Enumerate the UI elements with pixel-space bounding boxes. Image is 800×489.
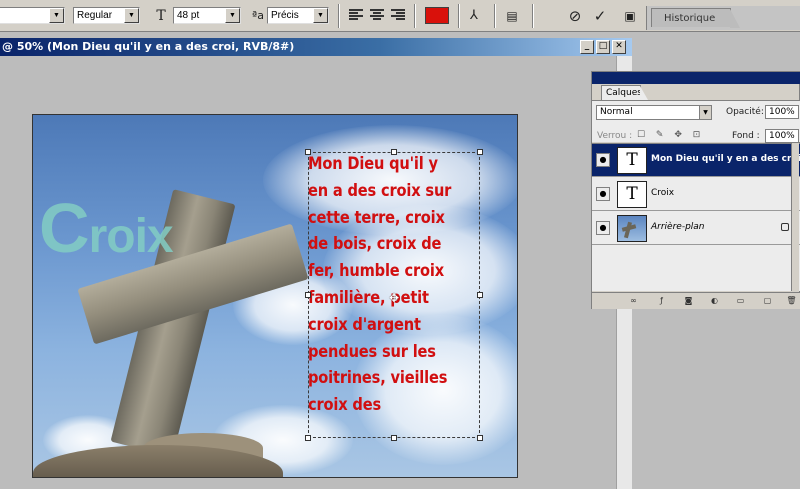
transform-handle[interactable] [305, 149, 311, 155]
fill-value: 100% [769, 131, 795, 141]
visibility-eye-icon[interactable]: ● [596, 221, 610, 235]
image-layer-thumbnail [617, 215, 647, 242]
history-tab-label: Historique [664, 13, 716, 24]
layer-mask-icon[interactable]: ◙ [683, 296, 694, 306]
document-title: @ 50% (Mon Dieu qu'il y en a des croi, R… [2, 40, 295, 53]
link-layers-icon[interactable]: ∞ [628, 296, 639, 306]
font-size-select[interactable]: 48 pt ▼ [173, 7, 241, 24]
antialias-value: Précis [271, 10, 299, 21]
layer-name: Mon Dieu qu'il y en a des croi [651, 154, 800, 164]
text-layer-thumbnail: T [617, 181, 647, 208]
opacity-label: Opacité: [726, 107, 764, 117]
chevron-down-icon: ▼ [699, 106, 711, 119]
close-button[interactable]: ✕ [612, 40, 626, 54]
toolbar-separator [414, 4, 416, 28]
chevron-down-icon: ▼ [225, 8, 240, 23]
lock-icon [781, 223, 789, 231]
blend-mode-select[interactable]: Normal ▼ [596, 105, 712, 120]
chevron-down-icon: ▼ [313, 8, 328, 23]
blend-mode-value: Normal [600, 107, 633, 117]
transform-handle[interactable] [305, 292, 311, 298]
tab-calques[interactable]: Calques [601, 85, 648, 100]
align-right-button[interactable] [391, 9, 405, 21]
chevron-down-icon: ▼ [124, 8, 139, 23]
adjustment-layer-icon[interactable]: ◐ [709, 296, 720, 306]
lock-label: Verrou : [597, 131, 633, 141]
layer-row-text-main[interactable]: ● T Mon Dieu qu'il y en a des croi [592, 144, 800, 177]
croix-heading-text: Croix [39, 193, 174, 263]
tab-historique[interactable]: Historique [651, 8, 740, 28]
trash-icon[interactable]: 🗑 [786, 296, 797, 306]
visibility-eye-icon[interactable]: ● [596, 153, 610, 167]
font-size-icon: T [156, 8, 166, 24]
layers-scrollbar[interactable] [791, 143, 799, 291]
maximize-button[interactable]: □ [596, 40, 610, 54]
layer-row-background[interactable]: ● Arrière-plan [592, 212, 800, 245]
align-left-button[interactable] [349, 9, 363, 21]
new-group-icon[interactable]: ▭ [735, 296, 746, 306]
options-bar: ▼ Regular ▼ T 48 pt ▼ ªa Précis ▼ ⅄ ▤ ⊘ … [0, 0, 800, 32]
font-style-select[interactable]: Regular ▼ [73, 7, 140, 24]
font-size-value: 48 pt [177, 10, 200, 21]
toolbar-separator [338, 4, 340, 28]
antialias-icon: ªa [252, 9, 264, 22]
layers-panel: Calques Normal ▼ Opacité: 100% Verrou : … [591, 71, 800, 309]
layers-footer: ∞ ƒ ◙ ◐ ▭ ▢ 🗑 [592, 292, 800, 309]
transform-handle[interactable] [391, 149, 397, 155]
lock-options-icons[interactable]: ☐ ✎ ✥ ⊡ [637, 130, 704, 140]
transform-handle[interactable] [477, 149, 483, 155]
visibility-eye-icon[interactable]: ● [596, 187, 610, 201]
toolbar-separator [532, 4, 534, 28]
opacity-input[interactable]: 100% [765, 105, 799, 119]
cancel-icon[interactable]: ⊘ [566, 7, 584, 25]
layers-options: Normal ▼ Opacité: 100% Verrou : ☐ ✎ ✥ ⊡ … [592, 100, 800, 143]
new-layer-icon[interactable]: ▢ [762, 296, 773, 306]
croix-rest: roix [88, 210, 174, 263]
layer-name: Croix [651, 188, 675, 198]
fill-input[interactable]: 100% [765, 129, 799, 143]
file-browser-icon[interactable]: ▣ [621, 7, 639, 25]
align-center-button[interactable] [370, 9, 384, 21]
layer-style-icon[interactable]: ƒ [656, 296, 667, 306]
palettes-icon[interactable]: ▤ [503, 7, 521, 25]
transform-handle[interactable] [477, 435, 483, 441]
opacity-value: 100% [769, 107, 795, 117]
chevron-down-icon: ▼ [49, 8, 64, 23]
antialias-select[interactable]: Précis ▼ [267, 7, 329, 24]
toolbar-separator [458, 4, 460, 28]
font-family-select[interactable]: ▼ [0, 7, 65, 24]
croix-initial: C [39, 189, 90, 267]
document-title-bar[interactable]: @ 50% (Mon Dieu qu'il y en a des croi, R… [0, 38, 632, 56]
warp-text-icon[interactable]: ⅄ [465, 7, 483, 25]
minimize-button[interactable]: _ [580, 40, 594, 54]
layers-panel-titlebar[interactable] [592, 72, 800, 84]
transform-handle[interactable] [305, 435, 311, 441]
text-layer-thumbnail: T [617, 147, 647, 174]
transform-handle[interactable] [391, 435, 397, 441]
toolbar-separator [494, 4, 496, 28]
text-color-swatch[interactable] [425, 7, 449, 24]
layers-list: ● T Mon Dieu qu'il y en a des croi ● T C… [592, 143, 800, 291]
layer-name: Arrière-plan [651, 222, 705, 232]
commit-check-icon[interactable]: ✓ [591, 7, 609, 25]
layers-tab-label: Calques [606, 88, 642, 98]
move-cursor-icon: ✥ [389, 291, 400, 305]
layer-row-croix[interactable]: ● T Croix [592, 178, 800, 211]
transform-handle[interactable] [477, 292, 483, 298]
fill-label: Fond : [732, 131, 760, 141]
font-style-value: Regular [77, 10, 113, 21]
document-canvas[interactable]: Croix Mon Dieu qu'il y en a des croix su… [32, 114, 518, 478]
